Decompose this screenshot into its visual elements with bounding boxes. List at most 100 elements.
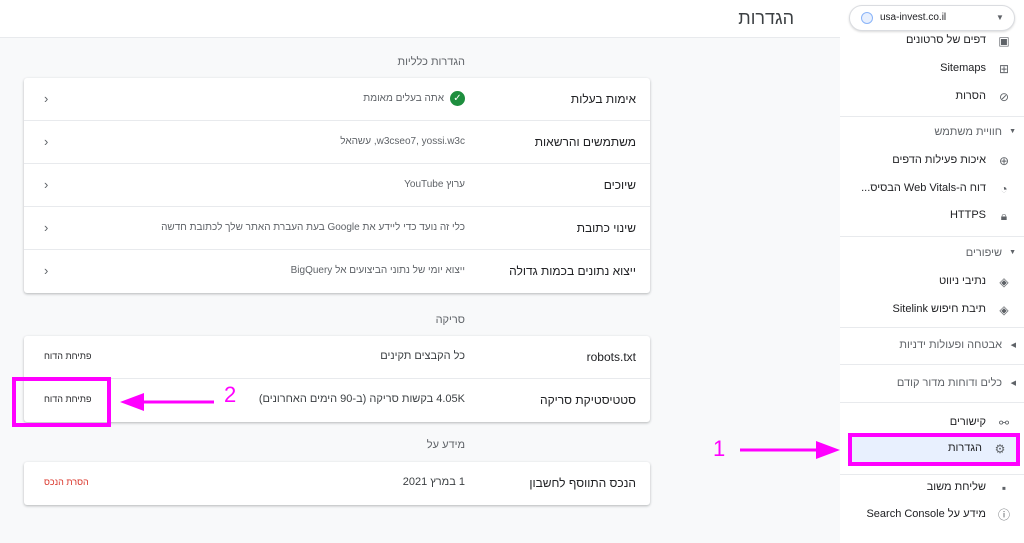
sidebar-item-label: מידע על Search Console bbox=[866, 508, 986, 520]
top-bar: הגדרות bbox=[0, 0, 840, 38]
sidebar-item-page-experience[interactable]: ⊕ איכות פעילות הדפים bbox=[840, 150, 1024, 172]
sidebar-item-label: נתיבי ניווט bbox=[938, 275, 986, 287]
row-label: סטטיסטיקת סריקה bbox=[539, 393, 636, 407]
check-circle-icon: ✓ bbox=[450, 91, 465, 106]
sidebar-item-video-pages[interactable]: ▣ דפים של סרטונים bbox=[840, 30, 1024, 52]
sidebar-item-label: שליחת משוב bbox=[926, 481, 986, 493]
sidebar-group-experience[interactable]: ▼ חוויית משתמש bbox=[840, 122, 1024, 144]
row-value: ערוץ YouTube bbox=[404, 179, 465, 190]
settings-row-change-address[interactable]: שינוי כתובת כלי זה נועד כדי ליידע את Goo… bbox=[24, 207, 650, 250]
gear-icon: ⚙ bbox=[994, 442, 1006, 456]
sidebar-item-breadcrumbs[interactable]: ◈ נתיבי ניווט bbox=[840, 271, 1024, 293]
row-label: אימות בעלות bbox=[570, 92, 636, 106]
row-value: 4.05K בקשות סריקה (ב-90 הימים האחרונים) bbox=[258, 393, 465, 405]
caret-down-icon: ▼ bbox=[1009, 249, 1016, 256]
sidebar-item-label: איכות פעילות הדפים bbox=[892, 154, 986, 166]
annotation-arrow-1 bbox=[740, 441, 840, 459]
annotation-number-2: 2 bbox=[224, 382, 237, 407]
annotation-arrow-2 bbox=[120, 393, 214, 411]
chevron-left-icon[interactable]: ‹ bbox=[44, 91, 48, 106]
settings-row-users[interactable]: משתמשים והרשאות w3cseo7, yossi.w3c, עשהא… bbox=[24, 121, 650, 164]
row-value: כל הקבצים תקינים bbox=[380, 350, 465, 362]
info-icon: ⓘ bbox=[997, 508, 1010, 522]
remove-property-link[interactable]: הסרת הנכס bbox=[44, 477, 89, 487]
settings-row-associations[interactable]: שיוכים ערוץ YouTube ‹ bbox=[24, 164, 650, 207]
sidebar-group-legacy-tools[interactable]: ◀ כלים ודוחות מדור קודם bbox=[840, 373, 1024, 395]
sidebar-group-label: שיפורים bbox=[965, 247, 1002, 259]
sidebar-group-label: אבטחה ופעולות ידניות bbox=[899, 339, 1002, 351]
divider bbox=[840, 236, 1024, 237]
general-settings-card: אימות בעלות ✓ אתה בעלים מאומת ‹ משתמשים … bbox=[24, 78, 650, 293]
links-icon: ⚯ bbox=[998, 416, 1010, 430]
row-value: אתה בעלים מאומת bbox=[363, 93, 444, 104]
settings-row-bulk-export[interactable]: ייצוא נתונים בכמות גדולה ייצוא יומי של נ… bbox=[24, 250, 650, 293]
annotation-number-1: 1 bbox=[713, 436, 726, 461]
caret-left-icon: ◀ bbox=[1010, 342, 1016, 349]
row-value: w3cseo7, yossi.w3c, עשהאל bbox=[340, 136, 465, 147]
divider bbox=[840, 364, 1024, 365]
chevron-left-icon[interactable]: ‹ bbox=[44, 177, 48, 192]
sidebar: usa-invest.co.il ▼ ▣ דפים של סרטונים ⊞ S… bbox=[840, 0, 1024, 543]
sidebar-group-label: חוויית משתמש bbox=[934, 126, 1002, 138]
sidebar-item-feedback[interactable]: ▪ שליחת משוב bbox=[840, 477, 1024, 499]
row-label: שינוי כתובת bbox=[576, 221, 636, 235]
property-name: usa-invest.co.il bbox=[880, 12, 947, 23]
sidebar-item-label: דפים של סרטונים bbox=[905, 34, 986, 46]
section-title-general: הגדרות כלליות bbox=[397, 56, 465, 68]
layers-icon: ◈ bbox=[999, 303, 1009, 317]
sidebar-item-links[interactable]: ⚯ קישורים bbox=[840, 412, 1024, 434]
sidebar-group-security[interactable]: ◀ אבטחה ופעולות ידניות bbox=[840, 335, 1024, 357]
sitemap-icon: ⊞ bbox=[998, 62, 1010, 76]
caret-down-icon: ▼ bbox=[996, 13, 1004, 22]
crawl-row-robots: robots.txt כל הקבצים תקינים פתיחת הדוח bbox=[24, 336, 650, 379]
settings-row-ownership[interactable]: אימות בעלות ✓ אתה בעלים מאומת ‹ bbox=[24, 78, 650, 121]
about-row-added: הנכס התווסף לחשבון 1 במרץ 2021 הסרת הנכס bbox=[24, 462, 650, 505]
open-report-link[interactable]: פתיחת הדוח bbox=[44, 351, 91, 361]
sidebar-item-label: תיבת חיפוש Sitelink bbox=[892, 303, 986, 315]
sidebar-item-label: הגדרות bbox=[947, 442, 982, 454]
row-value: ייצוא יומי של נתוני הביצועים אל BigQuery bbox=[290, 265, 465, 276]
caret-left-icon: ◀ bbox=[1010, 380, 1016, 387]
caret-down-icon: ▼ bbox=[1009, 128, 1016, 135]
speed-gauge-icon: ◔ bbox=[1000, 182, 1008, 196]
row-value: כלי זה נועד כדי ליידע את Google בעת העבר… bbox=[161, 222, 465, 233]
sidebar-item-label: דוח ה-Web Vitals הבסיס... bbox=[861, 182, 986, 194]
chevron-left-icon[interactable]: ‹ bbox=[44, 134, 48, 149]
globe-icon bbox=[861, 12, 873, 24]
row-label: ייצוא נתונים בכמות גדולה bbox=[509, 264, 636, 278]
sidebar-item-web-vitals[interactable]: ◔ דוח ה-Web Vitals הבסיס... bbox=[840, 178, 1024, 200]
sidebar-group-enhancements[interactable]: ▼ שיפורים bbox=[840, 243, 1024, 265]
plus-circle-icon: ⊕ bbox=[998, 154, 1010, 168]
sidebar-item-removals[interactable]: ⊘ הסרות bbox=[840, 86, 1024, 108]
sidebar-item-https[interactable]: 🔒︎ HTTPS bbox=[840, 205, 1024, 227]
sidebar-item-sitelinks-searchbox[interactable]: ◈ תיבת חיפוש Sitelink bbox=[840, 299, 1024, 321]
row-label: robots.txt bbox=[586, 350, 636, 364]
divider bbox=[840, 402, 1024, 403]
section-title-crawl: סריקה bbox=[435, 314, 465, 326]
chevron-left-icon[interactable]: ‹ bbox=[44, 220, 48, 235]
chevron-left-icon[interactable]: ‹ bbox=[44, 263, 48, 278]
sidebar-item-label: קישורים bbox=[949, 416, 986, 428]
row-label: שיוכים bbox=[603, 178, 636, 192]
sidebar-item-label: HTTPS bbox=[949, 209, 986, 221]
sidebar-item-about-search-console[interactable]: ⓘ מידע על Search Console bbox=[840, 504, 1024, 526]
row-label: הנכס התווסף לחשבון bbox=[529, 476, 636, 490]
sidebar-item-label: הסרות bbox=[955, 90, 986, 102]
annotation-highlight-2 bbox=[12, 377, 111, 427]
divider bbox=[840, 474, 1024, 475]
page-title: הגדרות bbox=[738, 8, 794, 28]
lock-icon: 🔒︎ bbox=[1000, 209, 1008, 223]
section-title-about: מידע על bbox=[426, 439, 465, 451]
about-card: הנכס התווסף לחשבון 1 במרץ 2021 הסרת הנכס bbox=[24, 462, 650, 505]
property-selector[interactable]: usa-invest.co.il ▼ bbox=[849, 5, 1015, 31]
video-page-icon: ▣ bbox=[998, 34, 1010, 48]
sidebar-item-sitemaps[interactable]: ⊞ Sitemaps bbox=[840, 58, 1024, 80]
feedback-icon: ▪ bbox=[1001, 481, 1007, 495]
row-label: משתמשים והרשאות bbox=[534, 135, 636, 149]
sidebar-item-label: Sitemaps bbox=[940, 62, 986, 74]
sidebar-item-settings[interactable]: ⚙ הגדרות bbox=[848, 433, 1020, 466]
divider bbox=[840, 327, 1024, 328]
sidebar-group-label: כלים ודוחות מדור קודם bbox=[896, 377, 1002, 389]
eye-off-icon: ⊘ bbox=[998, 90, 1010, 104]
divider bbox=[840, 116, 1024, 117]
